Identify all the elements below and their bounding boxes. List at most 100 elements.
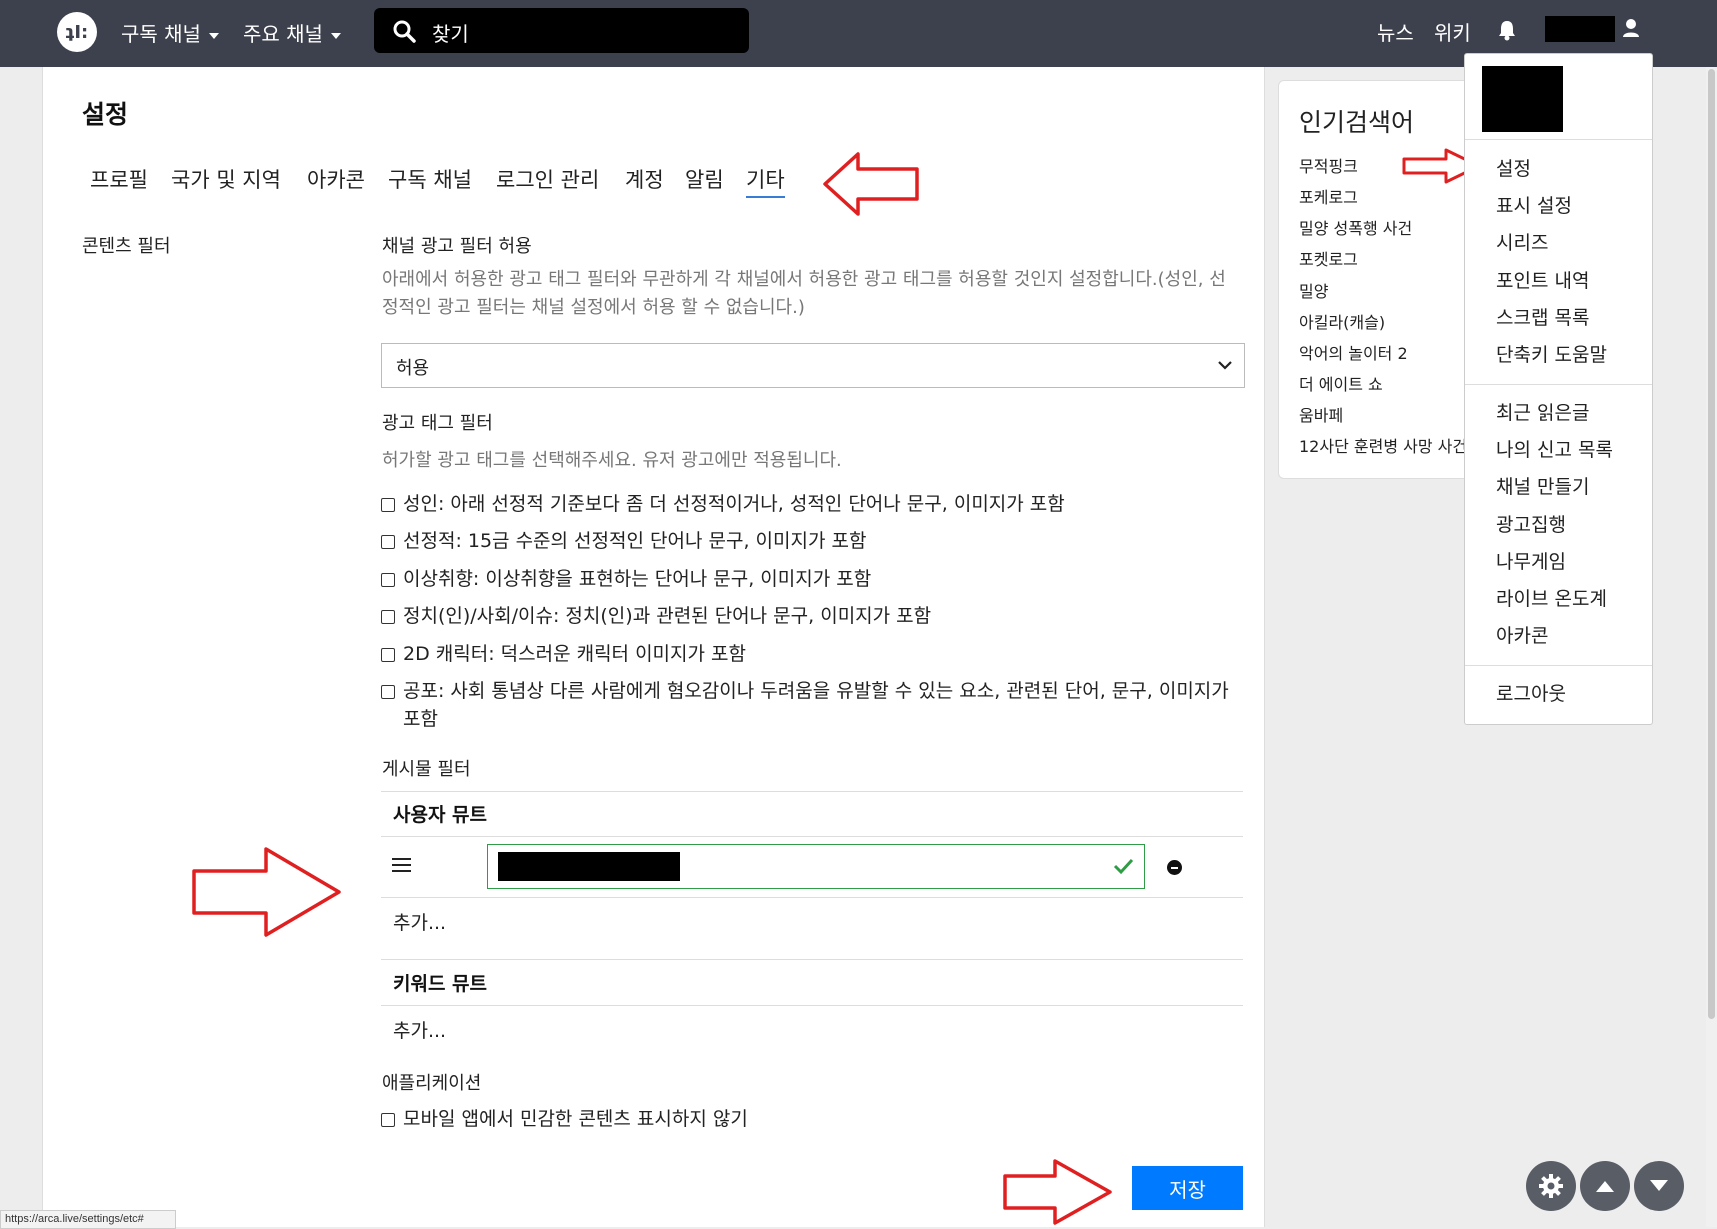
- popular-search-item[interactable]: 밀양: [1299, 278, 1328, 302]
- username-redacted[interactable]: [1545, 16, 1615, 42]
- menu-item-shortcut-help[interactable]: 단축키 도움말: [1496, 340, 1607, 367]
- checkbox-label: 선정적: 15금 수준의 선정적인 단어나 문구, 이미지가 포함: [403, 530, 867, 552]
- divider: [381, 959, 1243, 960]
- annotation-arrow-right: [1003, 1159, 1112, 1225]
- tab-subscribed-channels[interactable]: 구독 채널: [388, 164, 472, 194]
- checkbox[interactable]: [381, 573, 395, 587]
- ad-tag-suggestive[interactable]: 선정적: 15금 수준의 선정적인 단어나 문구, 이미지가 포함: [381, 527, 1247, 555]
- menu-item-live-thermometer[interactable]: 라이브 온도계: [1496, 584, 1607, 611]
- search-icon: [393, 20, 416, 43]
- subscribed-channels-dropdown[interactable]: 구독 채널: [121, 18, 219, 47]
- popular-search-item[interactable]: 움바페: [1299, 402, 1343, 426]
- scroll-bottom-fab[interactable]: [1634, 1161, 1684, 1211]
- wiki-link[interactable]: 위키: [1434, 17, 1471, 46]
- menu-item-namu-game[interactable]: 나무게임: [1496, 547, 1566, 574]
- app-hide-sensitive[interactable]: 모바일 앱에서 민감한 콘텐츠 표시하지 않기: [381, 1105, 1247, 1133]
- add-user-mute-button[interactable]: 추가...: [393, 908, 446, 935]
- muted-username-redacted: [498, 852, 680, 881]
- drag-handle-icon[interactable]: [392, 858, 411, 876]
- ad-tag-horror[interactable]: 공포: 사회 통념상 다른 사람에게 혐오감이나 두려움을 유발할 수 있는 요…: [381, 677, 1247, 733]
- divider: [1465, 665, 1652, 666]
- tab-arcacon[interactable]: 아카콘: [307, 164, 365, 194]
- tab-region[interactable]: 국가 및 지역: [171, 164, 281, 194]
- gear-icon: [1539, 1174, 1563, 1198]
- menu-item-logout[interactable]: 로그아웃: [1496, 679, 1566, 706]
- channel-ad-filter-select[interactable]: 허용: [381, 343, 1245, 388]
- user-icon[interactable]: [1622, 18, 1640, 38]
- site-logo[interactable]: ʇI:: [57, 12, 97, 52]
- channel-ad-filter-description: 아래에서 허용한 광고 태그 필터와 무관하게 각 채널에서 허용한 광고 태그…: [382, 269, 1226, 318]
- popular-search-item[interactable]: 포케로그: [1299, 184, 1358, 208]
- status-url: https://arca.live/settings/etc#: [0, 1210, 176, 1229]
- popular-search-item[interactable]: 아킬라(캐슬): [1299, 309, 1385, 333]
- arrow-up-icon: [1596, 1181, 1614, 1192]
- menu-item-scrap-list[interactable]: 스크랩 목록: [1496, 303, 1589, 330]
- popular-searches-title: 인기검색어: [1299, 108, 1415, 137]
- popular-search-item[interactable]: 더 에이트 쇼: [1299, 371, 1383, 395]
- checkbox[interactable]: [381, 610, 395, 624]
- checkbox-label: 공포: 사회 통념상 다른 사람에게 혐오감이나 두려움을 유발할 수 있는 요…: [403, 680, 1229, 730]
- check-icon: [1113, 858, 1134, 875]
- tab-account[interactable]: 계정: [625, 164, 664, 194]
- search-input[interactable]: 찾기: [374, 8, 749, 53]
- divider: [381, 836, 1243, 837]
- application-title: 애플리케이션: [382, 1073, 482, 1094]
- ad-tag-politics[interactable]: 정치(인)/사회/이슈: 정치(인)과 관련된 단어나 문구, 이미지가 포함: [381, 602, 1247, 630]
- arrow-down-icon: [1650, 1180, 1668, 1191]
- divider: [1465, 384, 1652, 385]
- user-dropdown-menu: 설정 표시 설정 시리즈 포인트 내역 스크랩 목록 단축키 도움말 최근 읽은…: [1464, 53, 1653, 725]
- muted-user-input[interactable]: [487, 844, 1145, 889]
- main-channels-label: 주요 채널: [243, 22, 323, 46]
- tab-login-management[interactable]: 로그인 관리: [496, 164, 599, 194]
- menu-item-series[interactable]: 시리즈: [1496, 228, 1548, 255]
- bell-icon[interactable]: [1497, 19, 1517, 41]
- ad-tag-adult[interactable]: 성인: 아래 선정적 기준보다 좀 더 선정적이거나, 성적인 단어나 문구, …: [381, 490, 1247, 518]
- menu-item-settings[interactable]: 설정: [1496, 154, 1531, 181]
- avatar: [1482, 66, 1563, 132]
- menu-item-my-reports[interactable]: 나의 신고 목록: [1496, 435, 1613, 462]
- menu-item-point-history[interactable]: 포인트 내역: [1496, 266, 1589, 293]
- checkbox[interactable]: [381, 535, 395, 549]
- popular-search-item[interactable]: 포켓로그: [1299, 246, 1358, 270]
- divider: [381, 897, 1243, 898]
- popular-search-item[interactable]: 악어의 놀이터 2: [1299, 340, 1408, 364]
- menu-item-recent-reads[interactable]: 최근 읽은글: [1496, 398, 1589, 425]
- popular-search-item[interactable]: 12사단 훈련병 사망 사건: [1299, 433, 1467, 457]
- menu-item-arcacon[interactable]: 아카콘: [1496, 621, 1548, 648]
- divider: [1465, 139, 1652, 140]
- tab-notifications[interactable]: 알림: [685, 164, 724, 194]
- post-filter-title: 게시물 필터: [382, 759, 471, 780]
- divider: [381, 1005, 1243, 1006]
- scrollbar[interactable]: [1706, 67, 1717, 1227]
- page-title: 설정: [82, 100, 129, 129]
- main-channels-dropdown[interactable]: 주요 채널: [243, 18, 341, 47]
- annotation-arrow-right: [192, 847, 341, 937]
- popular-search-item[interactable]: 무적핑크: [1299, 153, 1358, 177]
- ad-tag-2d-character[interactable]: 2D 캐릭터: 덕스러운 캐릭터 이미지가 포함: [381, 640, 1247, 668]
- divider: [381, 791, 1243, 792]
- menu-item-advertising[interactable]: 광고집행: [1496, 510, 1566, 537]
- tab-profile[interactable]: 프로필: [90, 164, 148, 194]
- remove-icon[interactable]: [1167, 860, 1182, 875]
- menu-item-create-channel[interactable]: 채널 만들기: [1496, 472, 1589, 499]
- checkbox[interactable]: [381, 1113, 395, 1127]
- tab-etc[interactable]: 기타: [746, 164, 785, 198]
- checkbox[interactable]: [381, 685, 395, 699]
- news-link[interactable]: 뉴스: [1377, 17, 1414, 46]
- keyword-mute-title: 키워드 뮤트: [393, 973, 488, 995]
- checkbox[interactable]: [381, 498, 395, 512]
- add-keyword-mute-button[interactable]: 추가...: [393, 1016, 446, 1043]
- scrollbar-thumb[interactable]: [1708, 69, 1715, 1019]
- checkbox-label: 이상취향: 이상취향을 표현하는 단어나 문구, 이미지가 포함: [403, 568, 872, 590]
- menu-item-display-settings[interactable]: 표시 설정: [1496, 191, 1572, 218]
- channel-ad-filter-title: 채널 광고 필터 허용: [382, 236, 532, 257]
- save-button[interactable]: 저장: [1132, 1166, 1243, 1210]
- popular-search-item[interactable]: 밀양 성폭행 사건: [1299, 215, 1412, 239]
- checkbox[interactable]: [381, 648, 395, 662]
- ad-tag-fetish[interactable]: 이상취향: 이상취향을 표현하는 단어나 문구, 이미지가 포함: [381, 565, 1247, 593]
- caret-down-icon: [330, 32, 341, 39]
- settings-fab[interactable]: [1526, 1161, 1576, 1211]
- scroll-top-fab[interactable]: [1580, 1161, 1630, 1211]
- search-placeholder: 찾기: [432, 22, 469, 46]
- content-filter-label: 콘텐츠 필터: [82, 236, 171, 257]
